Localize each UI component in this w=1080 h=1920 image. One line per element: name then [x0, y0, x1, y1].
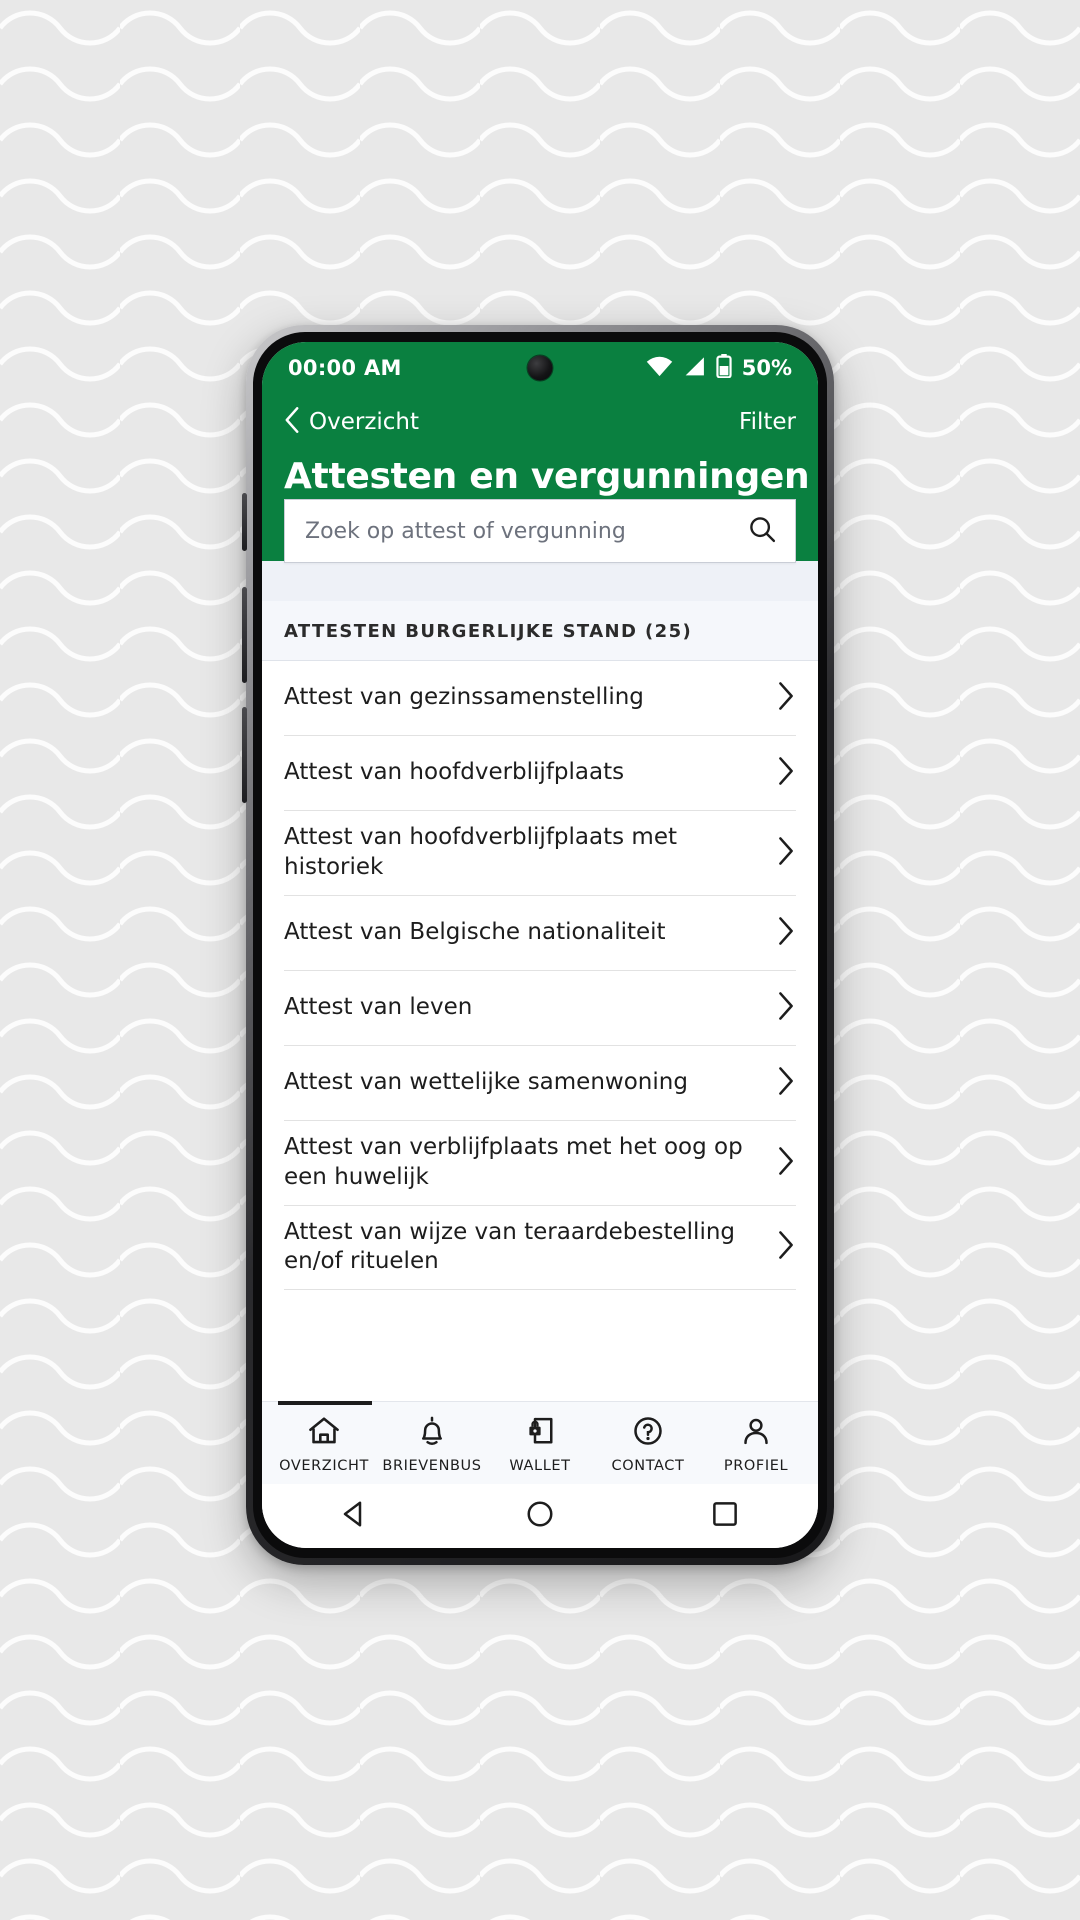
- android-back-triangle-icon[interactable]: [340, 1499, 370, 1533]
- phone-volume-up-button[interactable]: [242, 707, 247, 803]
- nav-item-contact[interactable]: CONTACT: [594, 1416, 702, 1474]
- status-bar-indicators: 50%: [646, 354, 792, 382]
- section-title: ATTESTEN BURGERLIJKE STAND (25): [284, 621, 693, 642]
- chevron-right-icon: [776, 1066, 796, 1099]
- list-item-label: Attest van verblijfplaats met het oog op…: [284, 1133, 743, 1190]
- list-item[interactable]: Attest van hoofdverblijfplaats met histo…: [284, 811, 796, 896]
- status-bar-battery-text: 50%: [741, 356, 792, 380]
- list-item-label: Attest van hoofdverblijfplaats met histo…: [284, 824, 677, 880]
- nav-item-overzicht[interactable]: OVERZICHT: [270, 1416, 378, 1474]
- chevron-right-icon: [776, 1146, 796, 1179]
- chevron-right-icon: [776, 1231, 796, 1263]
- list-item[interactable]: Attest van gezinssamenstelling: [284, 661, 796, 736]
- android-home-circle-icon[interactable]: [525, 1499, 555, 1533]
- phone-screen: 00:00 AM 50% Overzicht Filter Attesten e…: [262, 342, 818, 1548]
- phone-volume-down-button[interactable]: [242, 587, 247, 683]
- list-item[interactable]: Attest van hoofdverblijfplaats: [284, 736, 796, 811]
- chevron-right-icon: [776, 916, 796, 949]
- nav-item-wallet[interactable]: WALLET: [486, 1416, 594, 1474]
- home-icon: [308, 1416, 340, 1450]
- list-item[interactable]: Attest van Belgische nationaliteit: [284, 896, 796, 971]
- list-item-label: Attest van wettelijke samenwoning: [284, 1068, 688, 1095]
- list-item-label: Attest van wijze van teraardebestelling …: [284, 1218, 736, 1275]
- list-item[interactable]: Attest van verblijfplaats met het oog op…: [284, 1121, 796, 1206]
- search-section: [262, 499, 818, 601]
- nav-item-brievenbus[interactable]: BRIEVENBUS: [378, 1416, 486, 1474]
- phone-bezel: 00:00 AM 50% Overzicht Filter Attesten e…: [253, 332, 827, 1558]
- nav-item-profiel[interactable]: PROFIEL: [702, 1416, 810, 1474]
- section-header: ATTESTEN BURGERLIJKE STAND (25): [262, 601, 818, 661]
- nav-label: WALLET: [509, 1458, 571, 1474]
- search-icon[interactable]: [747, 514, 777, 548]
- bell-icon: [417, 1416, 447, 1450]
- list-item-label: Attest van Belgische nationaliteit: [284, 918, 666, 945]
- android-recents-square-icon[interactable]: [710, 1499, 740, 1533]
- nav-label: PROFIEL: [723, 1458, 789, 1474]
- status-bar-time: 00:00 AM: [288, 356, 402, 380]
- person-icon: [741, 1416, 771, 1450]
- active-tab-indicator: [278, 1401, 372, 1405]
- chevron-right-icon: [776, 757, 796, 789]
- list-item[interactable]: Attest van wettelijke samenwoning: [284, 1046, 796, 1121]
- status-bar: 00:00 AM 50%: [262, 342, 818, 394]
- filter-button[interactable]: Filter: [739, 409, 796, 435]
- nav-label: OVERZICHT: [279, 1458, 369, 1474]
- phone-device-frame: 00:00 AM 50% Overzicht Filter Attesten e…: [242, 325, 834, 1565]
- battery-icon: [716, 354, 732, 382]
- wallet-lock-card-icon: [526, 1416, 554, 1450]
- android-system-navigation-bar[interactable]: [262, 1484, 818, 1548]
- chevron-right-icon: [776, 837, 796, 869]
- chevron-right-icon: [776, 682, 796, 714]
- front-camera-dot-icon: [527, 355, 553, 381]
- phone-mute-button[interactable]: [242, 493, 247, 551]
- chevron-left-icon: [284, 407, 300, 437]
- nav-label: BRIEVENBUS: [382, 1458, 482, 1474]
- certificates-list[interactable]: Attest van gezinssamenstelling Attest va…: [262, 661, 818, 1401]
- search-input[interactable]: [303, 499, 739, 563]
- wifi-icon: [646, 356, 673, 381]
- list-item[interactable]: Attest van leven: [284, 971, 796, 1046]
- chevron-right-icon: [776, 991, 796, 1024]
- signal-icon: [683, 356, 706, 381]
- bottom-navigation-bar[interactable]: OVERZICHT BRIEVENBUS WALLET CONTACT PROF…: [262, 1401, 818, 1484]
- list-item-label: Attest van gezinssamenstelling: [284, 684, 644, 711]
- list-item-label: Attest van leven: [284, 993, 473, 1020]
- list-item-label: Attest van hoofdverblijfplaats: [284, 759, 625, 786]
- back-button[interactable]: Overzicht: [284, 407, 419, 437]
- search-box[interactable]: [284, 499, 796, 563]
- question-circle-icon: [633, 1416, 663, 1450]
- back-button-label: Overzicht: [309, 409, 420, 435]
- header-top-row: Overzicht Filter: [284, 394, 796, 450]
- list-item[interactable]: Attest van wijze van teraardebestelling …: [284, 1206, 796, 1291]
- nav-label: CONTACT: [611, 1458, 685, 1474]
